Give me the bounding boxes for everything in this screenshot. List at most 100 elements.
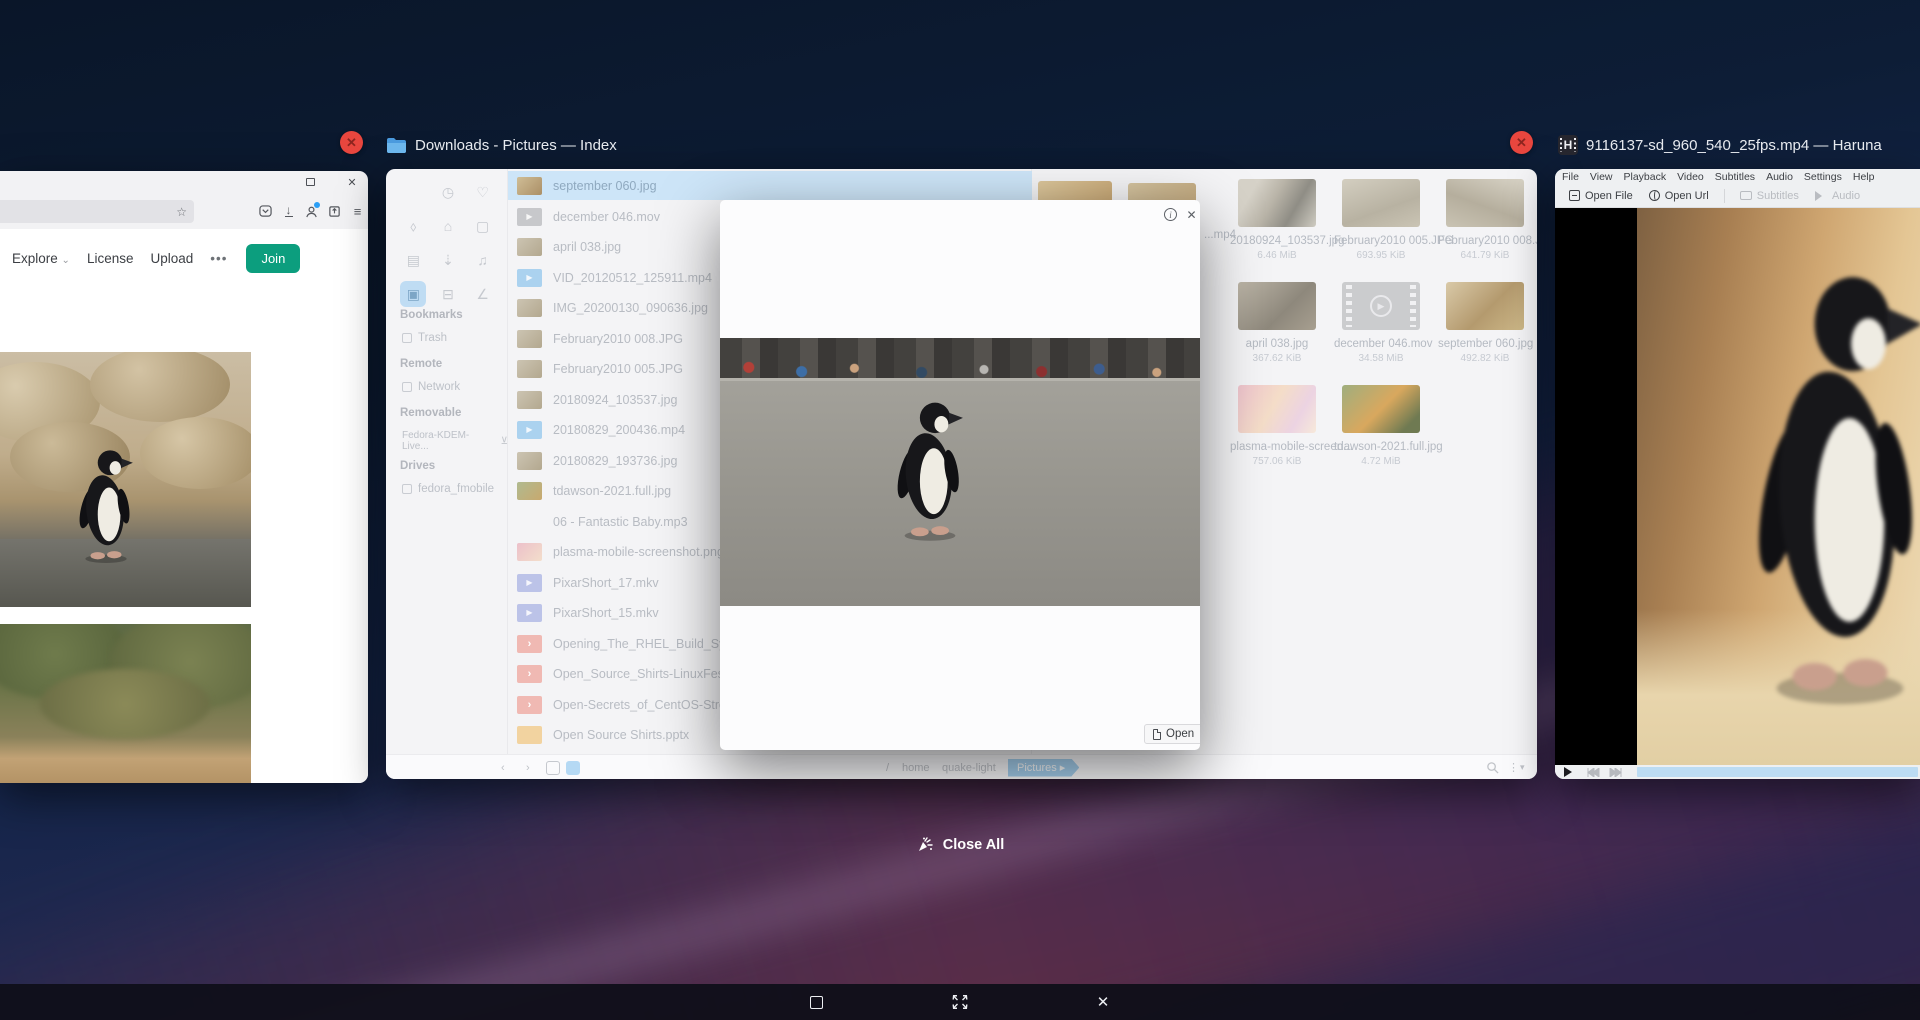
nav-more-icon[interactable]: ••• — [210, 251, 227, 266]
slideshow-place-icon[interactable]: ∠ — [470, 281, 496, 307]
grid-item[interactable]: december 046.mov 34.58 MiB — [1334, 282, 1428, 364]
grid-item-size: 757.06 KiB — [1230, 456, 1324, 467]
play-button[interactable] — [1564, 767, 1577, 777]
close-window-icon[interactable]: ✕ — [344, 174, 360, 190]
search-icon[interactable] — [1486, 755, 1499, 779]
penguin-photo-rocks[interactable] — [0, 352, 251, 607]
video-area[interactable] — [1555, 208, 1920, 765]
sidebar-item-trash[interactable]: Trash — [402, 332, 447, 344]
audio-button[interactable]: Audio — [1809, 188, 1866, 204]
desktop-grid-icon[interactable] — [951, 993, 969, 1011]
menu-settings[interactable]: Settings — [1804, 171, 1842, 183]
grid-item[interactable]: plasma-mobile-screen... 757.06 KiB — [1230, 385, 1324, 467]
grid-view-icon[interactable] — [566, 755, 580, 779]
close-icon[interactable]: ✕ — [1184, 207, 1199, 222]
previous-chapter-icon[interactable] — [1586, 768, 1600, 777]
file-name: February2010 008.JPG — [553, 332, 683, 346]
grid-item-name: tdawson-2021.full.jpg — [1334, 441, 1428, 453]
next-chapter-icon[interactable] — [1609, 768, 1623, 777]
file-name: 20180829_193736.jpg — [553, 454, 677, 468]
file-name: PixarShort_15.mkv — [553, 606, 659, 620]
unmount-icon[interactable]: ⊻ — [501, 436, 508, 447]
menu-subtitles[interactable]: Subtitles — [1715, 171, 1755, 183]
bookmark-star-icon[interactable]: ☆ — [176, 205, 187, 219]
haruna-window[interactable]: File View Playback Video Subtitles Audio… — [1555, 169, 1920, 779]
account-icon[interactable] — [303, 200, 320, 222]
close-window-badge-firefox[interactable]: ✕ — [340, 131, 363, 154]
documents-place-icon[interactable]: ▤ — [400, 247, 426, 273]
menu-view[interactable]: View — [1590, 171, 1613, 183]
removable-section-label: Removable — [400, 407, 461, 419]
subtitles-button[interactable]: Subtitles — [1734, 188, 1805, 204]
filemanager-statusbar: ‹ › / home quake-light Pictures ▸ ⋮ ▾ — [386, 754, 1537, 779]
grid-item[interactable]: February2010 005.JPG 693.95 KiB — [1334, 179, 1428, 261]
join-button[interactable]: Join — [246, 244, 300, 273]
back-arrow-icon[interactable]: ‹ — [501, 755, 505, 779]
info-icon[interactable]: i — [1163, 207, 1178, 222]
file-thumbnail — [517, 177, 542, 195]
grid-item[interactable]: 20180924_103537.jpg 6.46 MiB — [1230, 179, 1324, 261]
grid-item-size: 4.72 MiB — [1334, 456, 1428, 467]
grid-thumbnail — [1238, 282, 1316, 330]
firefox-window[interactable]: ✕ ☆ ↓ ≡ Explore — [0, 171, 368, 783]
network-icon — [402, 382, 412, 392]
favorites-place-icon[interactable]: ♡ — [470, 179, 496, 205]
menu-video[interactable]: Video — [1677, 171, 1704, 183]
close-icon[interactable]: ✕ — [1094, 993, 1112, 1011]
grid-item[interactable]: september 060.jpg 492.82 KiB — [1438, 282, 1532, 364]
nav-upload[interactable]: Upload — [150, 251, 193, 266]
nav-license[interactable]: License — [87, 251, 134, 266]
photo-curb-line — [720, 378, 1200, 381]
breadcrumb-current[interactable]: Pictures ▸ — [1008, 755, 1079, 779]
nav-explore[interactable]: Explore ⌄ — [12, 251, 70, 266]
grid-item-name: december 046.mov — [1334, 338, 1428, 350]
grid-item[interactable]: tdawson-2021.full.jpg 4.72 MiB — [1334, 385, 1428, 467]
recent-place-icon[interactable]: ◷ — [435, 179, 461, 205]
desktop-place-icon[interactable]: ▢ — [470, 213, 496, 239]
chevron-down-icon[interactable]: ▾ — [1520, 755, 1525, 779]
grid-item[interactable]: april 038.jpg 367.62 KiB — [1230, 282, 1324, 364]
close-all-button[interactable]: Close All — [0, 836, 1920, 854]
home-place-icon[interactable]: ⌂ — [435, 213, 461, 239]
sidebar-item-network[interactable]: Network — [402, 381, 460, 393]
preview-photo-penguin — [720, 338, 1200, 606]
menu-playback[interactable]: Playback — [1624, 171, 1667, 183]
restore-window-icon[interactable] — [302, 174, 318, 190]
file-name: IMG_20200130_090636.jpg — [553, 301, 708, 315]
downloads-place-icon[interactable]: ⇣ — [435, 247, 461, 273]
pictures-place-icon[interactable]: ▣ — [400, 281, 426, 307]
sidebar-item-fedora-live[interactable]: Fedora-KDEM-Live...⊻ — [402, 430, 508, 452]
videos-place-icon[interactable]: ⊟ — [435, 281, 461, 307]
image-preview-dialog[interactable]: i ✕ Open — [720, 200, 1200, 750]
menu-help[interactable]: Help — [1853, 171, 1875, 183]
breadcrumb-folder[interactable]: quake-light — [942, 755, 996, 779]
celebration-icon — [916, 836, 934, 854]
toolbar-separator — [1724, 189, 1725, 203]
overflow-menu-icon[interactable]: ⋮ — [1508, 755, 1519, 779]
file-thumbnail — [517, 482, 542, 500]
open-file-button[interactable]: Open File — [1563, 188, 1639, 204]
file-list-item[interactable]: september 060.jpg — [508, 171, 1032, 200]
open-url-button[interactable]: Open Url — [1643, 188, 1715, 204]
sidebar-item-fedora-fmobile[interactable]: fedora_fmobile — [402, 483, 494, 495]
open-button[interactable]: Open — [1144, 724, 1200, 744]
download-icon[interactable]: ↓ — [280, 200, 297, 222]
menu-audio[interactable]: Audio — [1766, 171, 1793, 183]
breadcrumb-home[interactable]: home — [902, 755, 930, 779]
forward-arrow-icon[interactable]: › — [526, 755, 530, 779]
windows-overview-icon[interactable] — [807, 993, 825, 1011]
grid-item-name: plasma-mobile-screen... — [1230, 441, 1324, 453]
pocket-icon[interactable] — [257, 200, 274, 222]
menu-icon[interactable]: ≡ — [349, 200, 366, 222]
tags-place-icon[interactable]: ⬨ — [400, 213, 426, 239]
breadcrumb-root[interactable]: / — [886, 755, 889, 779]
grid-item[interactable]: February2010 008.JPG 641.79 KiB — [1438, 179, 1532, 261]
close-window-badge-filemanager[interactable]: ✕ — [1510, 131, 1533, 154]
split-view-icon[interactable] — [546, 755, 560, 779]
penguin-photo-trees[interactable] — [0, 624, 251, 783]
seek-bar[interactable] — [1637, 767, 1918, 777]
library-icon[interactable] — [326, 200, 343, 222]
menu-file[interactable]: File — [1562, 171, 1579, 183]
url-bar[interactable]: ☆ — [0, 200, 194, 223]
music-place-icon[interactable]: ♫ — [470, 247, 496, 273]
